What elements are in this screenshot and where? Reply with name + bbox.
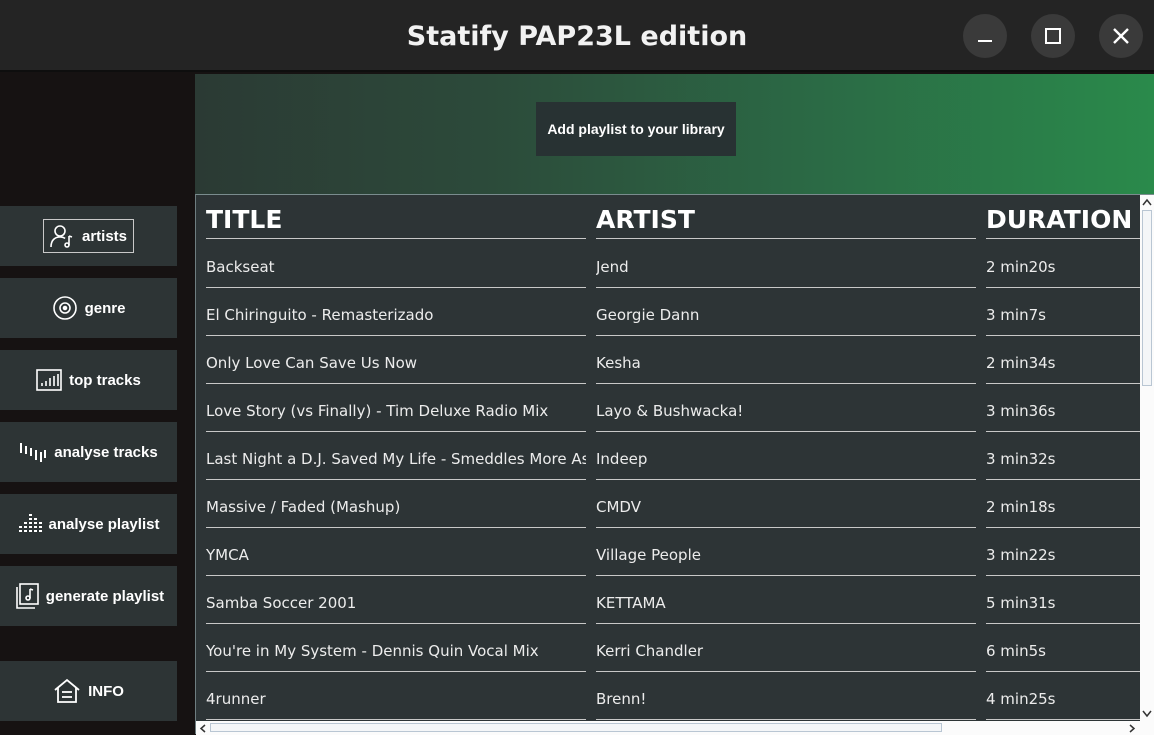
maximize-button[interactable] (1031, 14, 1075, 58)
playlist-icon (15, 583, 39, 609)
scroll-down-arrow-icon[interactable] (1142, 710, 1152, 718)
track-title: 4runner (206, 676, 586, 720)
track-title: Backseat (206, 244, 586, 288)
sidebar-item-generate-playlist[interactable]: generate playlist (0, 566, 177, 626)
track-title: Massive / Faded (Mashup) (206, 484, 586, 528)
add-playlist-button[interactable]: Add playlist to your library (536, 102, 736, 156)
track-title: Samba Soccer 2001 (206, 580, 586, 624)
sidebar-item-genre[interactable]: genre (0, 278, 177, 338)
track-artist: CMDV (596, 484, 976, 528)
horizontal-scroll-thumb[interactable] (210, 723, 942, 732)
track-duration: 2 min34s (986, 340, 1140, 384)
sidebar-item-top-tracks[interactable]: top tracks (0, 350, 177, 410)
track-title: You're in My System - Dennis Quin Vocal … (206, 628, 586, 672)
table-row[interactable]: Samba Soccer 2001 KETTAMA 5 min31s (196, 580, 1140, 628)
track-artist: Jend (596, 244, 976, 288)
track-duration: 4 min25s (986, 676, 1140, 720)
track-duration: 3 min22s (986, 532, 1140, 576)
scroll-up-arrow-icon[interactable] (1142, 198, 1152, 206)
track-artist: KETTAMA (596, 580, 976, 624)
title-bar: Statify PAP23L edition (0, 0, 1154, 72)
table-row[interactable]: YMCA Village People 3 min22s (196, 532, 1140, 580)
equalizer-icon (18, 514, 42, 532)
track-title: Last Night a D.J. Saved My Life - Smeddl… (206, 436, 586, 480)
track-duration: 2 min18s (986, 484, 1140, 528)
track-title: Love Story (vs Finally) - Tim Deluxe Rad… (206, 388, 586, 432)
sidebar-item-analyse-tracks[interactable]: analyse tracks (0, 422, 177, 482)
table-row[interactable]: Massive / Faded (Mashup) CMDV 2 min18s (196, 484, 1140, 532)
table-row[interactable]: Love Story (vs Finally) - Tim Deluxe Rad… (196, 388, 1140, 436)
track-title: Only Love Can Save Us Now (206, 340, 586, 384)
table-row[interactable]: Last Night a D.J. Saved My Life - Smeddl… (196, 436, 1140, 484)
column-header-title[interactable]: TITLE (206, 205, 586, 239)
track-artist: Layo & Bushwacka! (596, 388, 976, 432)
column-header-duration[interactable]: DURATION (986, 205, 1140, 239)
vinyl-disc-icon (52, 296, 77, 320)
column-header-artist[interactable]: ARTIST (596, 205, 976, 239)
track-duration: 2 min20s (986, 244, 1140, 288)
sidebar-item-label: artists (81, 227, 128, 245)
track-duration: 3 min32s (986, 436, 1140, 480)
sidebar-item-analyse-playlist[interactable]: analyse playlist (0, 494, 177, 554)
sidebar-item-label: analyse playlist (48, 515, 160, 533)
bar-chart-icon (36, 369, 62, 391)
sidebar-item-info[interactable]: INFO (0, 661, 177, 721)
waveform-icon (20, 443, 47, 462)
minimize-button[interactable] (963, 14, 1007, 58)
vertical-scroll-thumb[interactable] (1142, 210, 1152, 386)
main-panel: Add playlist to your library TITLE ARTIS… (195, 74, 1154, 735)
home-info-icon (54, 678, 80, 703)
vertical-scrollbar[interactable] (1140, 195, 1154, 721)
minimize-icon (978, 40, 992, 42)
sidebar-item-label: analyse tracks (54, 443, 158, 461)
track-artist: Brenn! (596, 676, 976, 720)
track-duration: 3 min7s (986, 292, 1140, 336)
close-icon (1113, 28, 1129, 44)
sidebar-item-label: generate playlist (45, 587, 165, 605)
user-music-icon (50, 225, 73, 248)
track-artist: Village People (596, 532, 976, 576)
playlist-banner: Add playlist to your library (195, 74, 1154, 194)
track-title: El Chiringuito - Remasterizado (206, 292, 586, 336)
track-title: YMCA (206, 532, 586, 576)
close-button[interactable] (1099, 14, 1143, 58)
track-duration: 3 min36s (986, 388, 1140, 432)
track-duration: 5 min31s (986, 580, 1140, 624)
tracks-table: TITLE ARTIST DURATION Backseat Jend 2 mi… (195, 194, 1154, 735)
sidebar: artists genre top tracks analyse tracks … (0, 74, 195, 734)
sidebar-item-label: INFO (88, 682, 124, 700)
table-row[interactable]: 4runner Brenn! 4 min25s (196, 676, 1140, 724)
sidebar-item-label: genre (84, 299, 126, 317)
sidebar-item-label: top tracks (69, 371, 141, 389)
sidebar-item-artists[interactable]: artists (0, 206, 177, 266)
scroll-left-arrow-icon[interactable] (199, 724, 207, 733)
scroll-right-arrow-icon[interactable] (1128, 724, 1136, 733)
horizontal-scrollbar[interactable] (196, 721, 1154, 735)
track-artist: Kerri Chandler (596, 628, 976, 672)
table-row[interactable]: Only Love Can Save Us Now Kesha 2 min34s (196, 340, 1140, 388)
table-row[interactable]: El Chiringuito - Remasterizado Georgie D… (196, 292, 1140, 340)
track-artist: Kesha (596, 340, 976, 384)
table-row[interactable]: Backseat Jend 2 min20s (196, 244, 1140, 292)
track-artist: Georgie Dann (596, 292, 976, 336)
maximize-icon (1045, 28, 1061, 44)
track-artist: Indeep (596, 436, 976, 480)
track-duration: 6 min5s (986, 628, 1140, 672)
table-row[interactable]: You're in My System - Dennis Quin Vocal … (196, 628, 1140, 676)
